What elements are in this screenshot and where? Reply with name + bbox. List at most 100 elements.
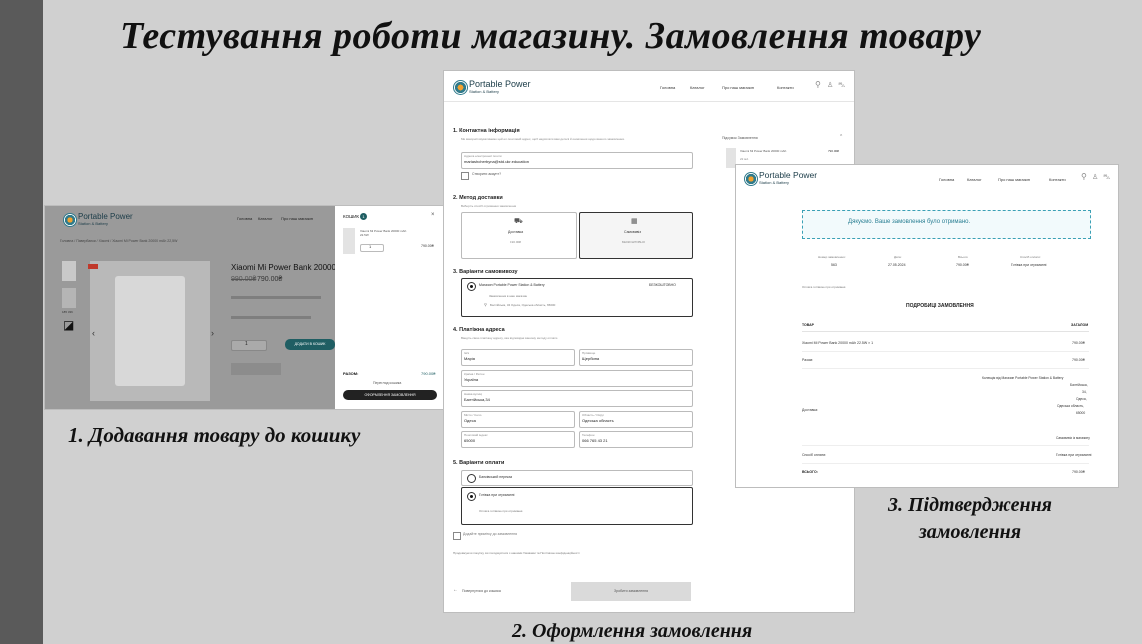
shipping-line-4: Одеса, bbox=[1076, 397, 1087, 401]
cart-subtotal-label: РАЗОМ: bbox=[343, 371, 359, 376]
view-cart-link[interactable]: Перегляд кошика bbox=[373, 381, 401, 385]
row-subtotal-value: 790.00₴ bbox=[1072, 358, 1085, 362]
nav-about[interactable]: Про наш магазин bbox=[998, 177, 1030, 182]
brand-logo-icon bbox=[453, 80, 468, 95]
payment-cash-radio[interactable] bbox=[467, 492, 476, 501]
summary-item-price: 790.00₴ bbox=[828, 149, 839, 153]
nav-home[interactable]: Головна bbox=[660, 85, 675, 90]
caption-confirmation-line2: замовлення bbox=[918, 521, 1022, 543]
column-product: ТОВАР bbox=[802, 323, 814, 327]
caption-checkout: 2. Оформлення замовлення bbox=[512, 620, 753, 642]
screenshot-order-confirmation: Portable Power Station & Battery Головна… bbox=[735, 164, 1119, 488]
phone-label: Телефон bbox=[582, 433, 595, 437]
screenshot-add-to-cart: Portable Power Station & Battery Головна… bbox=[44, 205, 444, 410]
cart-item-qty-value: 1 bbox=[369, 244, 372, 249]
section-pickup-title: 3. Варіанти самовивозу bbox=[453, 269, 518, 275]
thank-you-text: Дякуємо. Ваше замовлення було отримано. bbox=[848, 219, 971, 225]
last-name-value: Щербина bbox=[582, 356, 600, 361]
table-divider bbox=[802, 368, 1089, 369]
search-icon[interactable]: ⚲ bbox=[1081, 172, 1087, 181]
first-name-field[interactable] bbox=[461, 349, 575, 366]
user-icon[interactable]: ♙ bbox=[827, 81, 833, 89]
product-thumb-3[interactable]: ◪ bbox=[63, 318, 74, 332]
nav-catalog[interactable]: Каталог bbox=[690, 85, 705, 90]
row-shipping-label: Доставка: bbox=[802, 408, 819, 412]
cart-item-image bbox=[343, 228, 355, 254]
country-field[interactable] bbox=[461, 370, 693, 387]
chevron-up-icon[interactable]: ⌃ bbox=[839, 134, 843, 140]
brand-name[interactable]: Portable Power bbox=[78, 212, 133, 221]
nav-home[interactable]: Головна bbox=[237, 216, 252, 221]
nav-contacts[interactable]: Контакти bbox=[777, 85, 794, 90]
nav-catalog[interactable]: Каталог bbox=[967, 177, 982, 182]
nav-catalog[interactable]: Каталог bbox=[258, 216, 273, 221]
brand-name[interactable]: Portable Power bbox=[469, 79, 531, 89]
close-cart-icon[interactable]: × bbox=[431, 212, 435, 218]
user-icon[interactable]: ♙ bbox=[1092, 173, 1098, 181]
section-billing-hint: Введіть свою платіжну адресу, яка відпов… bbox=[461, 336, 559, 340]
product-description bbox=[231, 296, 321, 299]
price: 790.00₴ bbox=[257, 276, 283, 283]
cart-title: КОШИК bbox=[343, 214, 360, 219]
powerbank-image bbox=[115, 276, 185, 386]
brand-logo-icon bbox=[63, 213, 77, 227]
order-note-checkbox[interactable] bbox=[453, 532, 461, 540]
nav-home[interactable]: Головна bbox=[939, 177, 954, 182]
section-billing-title: 4. Платіжна адреса bbox=[453, 327, 505, 333]
cart-item-name[interactable]: Xiaomi Mi Power Bank 20000 mAh 22.5W bbox=[360, 229, 410, 237]
row-payment-value: Готівка при отриманні bbox=[1056, 453, 1092, 457]
region-value: Одеська область bbox=[582, 418, 614, 423]
shipping-line-2: Балтійська, bbox=[1070, 383, 1088, 387]
section-delivery-hint: Виберіть спосіб отримання замовлення bbox=[461, 204, 517, 208]
old-price: 990.00₴ bbox=[231, 276, 257, 283]
summary-item-qty: 22 мА bbox=[740, 157, 749, 161]
order-number-label: Номер замовлення: bbox=[818, 255, 846, 259]
create-account-checkbox[interactable] bbox=[461, 172, 469, 180]
pickup-store-radio[interactable] bbox=[467, 282, 476, 291]
payment-bank-radio[interactable] bbox=[467, 474, 476, 483]
qty-stepper[interactable] bbox=[231, 340, 267, 351]
breadcrumb[interactable]: Головна / Павербанки / Xiaomi / Xiaomi M… bbox=[60, 239, 177, 243]
row-product-total: 790.00₴ bbox=[1072, 341, 1085, 345]
brand-name[interactable]: Portable Power bbox=[759, 170, 817, 180]
street-label: Назва вулиці bbox=[464, 392, 483, 396]
presentation-slide: Тестування роботи магазину. Замовлення т… bbox=[0, 0, 1142, 644]
row-product[interactable]: Xiaomi Mi Power Bank 20000 mAh 22.5W × 1 bbox=[802, 341, 873, 345]
email-label: Адреса електронної пошти bbox=[464, 154, 502, 158]
gallery-next-icon[interactable]: › bbox=[211, 328, 214, 338]
gallery-prev-icon[interactable]: ‹ bbox=[92, 328, 95, 338]
street-field[interactable] bbox=[461, 390, 693, 407]
brand-tagline: Station & Battery bbox=[78, 221, 109, 226]
nav-about[interactable]: Про наш магазин bbox=[722, 85, 754, 90]
terms-text: Продовжуючи покупку, ви погоджуєтеся з н… bbox=[453, 551, 580, 555]
first-name-label: Ім'я bbox=[464, 351, 470, 355]
search-icon[interactable]: ⚲ bbox=[815, 80, 821, 89]
place-order-button[interactable]: Зробити замовлення bbox=[571, 582, 691, 601]
row-subtotal-label: Разом: bbox=[802, 358, 814, 362]
checkout-button[interactable]: ОФОРМЛЕННЯ ЗАМОВЛЕННЯ bbox=[343, 390, 437, 400]
table-divider bbox=[802, 463, 1089, 464]
product-title: Xiaomi Mi Power Bank 20000 m/ bbox=[231, 263, 348, 272]
cart-icon[interactable]: ⛍ bbox=[1103, 173, 1110, 182]
slide-left-bar bbox=[0, 0, 43, 644]
product-thumb-1[interactable] bbox=[62, 261, 76, 281]
last-name-label: Прізвище bbox=[582, 351, 596, 355]
product-meta bbox=[231, 363, 281, 375]
cart-icon[interactable]: ⛍ bbox=[838, 81, 845, 90]
nav-about[interactable]: Про наш магазин bbox=[281, 216, 313, 221]
nav-contacts[interactable]: Контакти bbox=[1049, 177, 1066, 182]
cart-drawer: КОШИК 1 × Xiaomi Mi Power Bank 20000 mAh… bbox=[335, 206, 443, 409]
table-divider bbox=[802, 331, 1089, 332]
city-label: Місто / Село bbox=[464, 413, 482, 417]
delivery-label: Доставка bbox=[508, 230, 524, 234]
header-divider bbox=[444, 101, 854, 102]
shipping-line-1: Колекція від Магазин Portable Power Stat… bbox=[982, 376, 1064, 380]
order-summary-title[interactable]: Підсумок Замовлення bbox=[722, 136, 758, 140]
cart-item-qty[interactable] bbox=[360, 244, 384, 252]
order-date-value: 27.05.2024 bbox=[888, 263, 906, 267]
add-to-cart-button[interactable]: ДОДАТИ В КОШИК bbox=[285, 339, 335, 350]
back-to-cart-link[interactable]: Повернутися до кошика bbox=[462, 589, 501, 593]
caption-add-to-cart: 1. Додавання товару до кошику bbox=[68, 423, 361, 447]
slide-title: Тестування роботи магазину. Замовлення т… bbox=[120, 15, 982, 57]
product-thumb-2[interactable] bbox=[62, 288, 76, 308]
